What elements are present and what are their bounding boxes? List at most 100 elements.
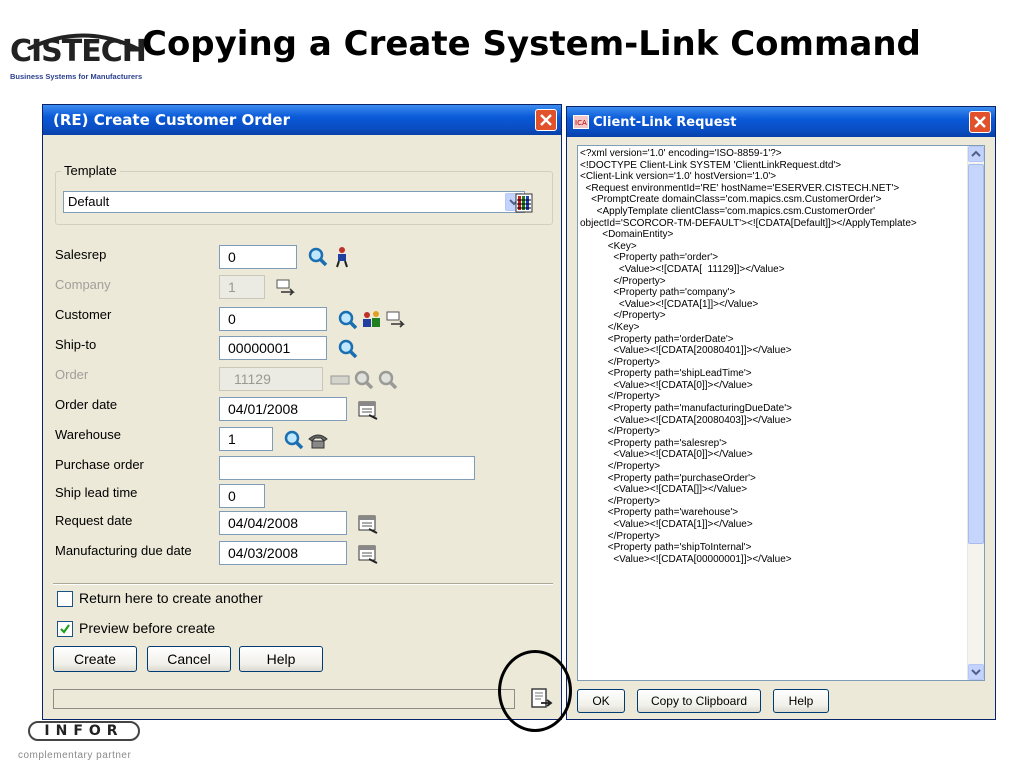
scrollbar-thumb[interactable] [968,164,984,544]
salesrep-search-icon[interactable] [307,246,329,268]
close-icon [974,116,986,128]
purchase-order-input[interactable] [219,456,475,480]
xml-line: <!DOCTYPE Client-Link SYSTEM 'ClientLink… [580,159,842,171]
xml-window-close-button[interactable] [969,111,991,133]
preview-checkbox[interactable] [57,621,73,637]
xml-line: <Value><![CDATA[0]]></Value> [580,449,753,461]
customer-search-icon[interactable] [337,309,359,331]
logo-text: CISTECH [10,34,147,69]
purchase-order-label: Purchase order [55,457,144,472]
warehouse-phone-icon[interactable] [307,429,329,451]
customer-prompt-icon[interactable] [385,309,407,331]
xml-line: <Value><![CDATA[0]]></Value> [580,379,753,391]
xml-window-titlebar[interactable]: ICA Client-Link Request [567,107,995,137]
help-button[interactable]: Help [239,646,323,672]
xml-line: <Property path='orderDate'> [580,333,734,345]
create-customer-order-window: (RE) Create Customer Order Template Defa… [42,104,562,720]
order-date-input[interactable]: 04/01/2008 [219,397,347,421]
xml-line: <DomainEntity> [580,229,674,241]
order-barcode-icon [330,375,350,385]
xml-text-area[interactable]: <?xml version='1.0' encoding='ISO-8859-1… [577,145,985,681]
highlight-circle [498,650,572,732]
xml-line: <Property path='warehouse'> [580,507,739,519]
xml-line: </Property> [580,356,661,368]
xml-line: <PromptCreate domainClass='com.mapics.cs… [580,194,882,206]
chevron-up-icon [971,150,981,157]
warehouse-search-icon[interactable] [283,429,305,451]
xml-line: </Key> [580,321,640,333]
xml-line: <Request environmentId='RE' hostName='ES… [580,182,900,194]
mfg-due-date-label: Manufacturing due date [55,543,192,558]
template-dropdown[interactable]: Default [63,191,525,213]
company-prompt-icon [276,279,295,296]
salesrep-person-icon[interactable] [331,246,353,268]
customer-input[interactable]: 0 [219,307,327,331]
warehouse-input[interactable]: 1 [219,427,273,451]
salesrep-input[interactable]: 0 [219,245,297,269]
template-grid-icon[interactable] [515,193,533,213]
mfg-due-date-input[interactable]: 04/03/2008 [219,541,347,565]
request-date-input[interactable]: 04/04/2008 [219,511,347,535]
xml-line: <Value><![CDATA[20080403]]></Value> [580,414,792,426]
xml-line: </Property> [580,530,661,542]
xml-line: </Property> [580,275,666,287]
ship-lead-time-label: Ship lead time [55,485,138,500]
order-label: Order [55,367,89,382]
preview-label: Preview before create [79,620,216,636]
ship-to-search-icon[interactable] [337,338,359,360]
ship-to-input[interactable]: 00000001 [219,336,327,360]
copy-to-clipboard-button[interactable]: Copy to Clipboard [637,689,761,713]
logo-tagline: Business Systems for Manufacturers [10,72,143,81]
xml-window-title: Client-Link Request [593,115,737,130]
ok-button[interactable]: OK [577,689,625,713]
status-bar [53,689,515,709]
xml-line: <Value><![CDATA[ 11129]]></Value> [580,263,785,275]
template-value: Default [68,194,110,209]
customer-people-icon[interactable] [361,309,383,331]
order-date-label: Order date [55,397,118,412]
order-window-titlebar[interactable]: (RE) Create Customer Order [43,105,561,135]
create-button[interactable]: Create [53,646,137,672]
mfg-due-date-calendar-icon[interactable] [357,543,379,565]
xml-line: </Property> [580,461,661,473]
xml-line: </Property> [580,391,661,403]
xml-line: <Value><![CDATA[]]></Value> [580,484,748,496]
xml-line: <Property path='order'> [580,252,719,264]
order-date-calendar-icon[interactable] [357,399,379,421]
customer-label: Customer [55,307,112,322]
ship-lead-time-input[interactable]: 0 [219,484,265,508]
order-input: 11129 [219,367,323,391]
xml-line: <?xml version='1.0' encoding='ISO-8859-1… [580,148,782,159]
cancel-button[interactable]: Cancel [147,646,231,672]
scroll-down-button[interactable] [968,664,984,680]
xml-content: <?xml version='1.0' encoding='ISO-8859-1… [580,148,968,565]
checkmark-icon [60,624,70,634]
salesrep-label: Salesrep [55,247,107,262]
request-date-calendar-icon[interactable] [357,513,379,535]
return-here-label: Return here to create another [79,590,263,606]
request-date-label: Request date [55,513,133,528]
xml-line: <Property path='salesrep'> [580,437,727,449]
xml-line: <Property path='shipToInternal'> [580,542,752,554]
xml-line: </Property> [580,426,661,438]
scroll-up-button[interactable] [968,146,984,162]
company-input: 1 [219,275,265,299]
warehouse-label: Warehouse [55,427,121,442]
xml-line: <Property path='manufacturingDueDate'> [580,403,792,415]
vertical-scrollbar[interactable] [967,146,984,680]
infor-logo-text: INFOR [44,723,124,739]
return-here-checkbox[interactable] [57,591,73,607]
close-icon [540,114,552,126]
cistech-logo: CISTECH Business Systems for Manufacture… [10,26,150,84]
xml-line: <Value><![CDATA[00000001]]></Value> [580,553,792,565]
slide-title: Copying a Create System-Link Command [142,24,921,64]
order-search-icon [354,370,374,390]
xml-line: <Property path='shipLeadTime'> [580,368,752,380]
xml-help-button[interactable]: Help [773,689,829,713]
client-link-request-window: ICA Client-Link Request <?xml version='1… [566,106,996,720]
footer-text: complementary partner [18,750,132,761]
xml-line: objectId='SCORCOR-TM-DEFAULT'><![CDATA[D… [580,217,917,229]
order-window-close-button[interactable] [535,109,557,131]
template-label: Template [61,163,120,178]
order-window-title: (RE) Create Customer Order [53,111,290,129]
